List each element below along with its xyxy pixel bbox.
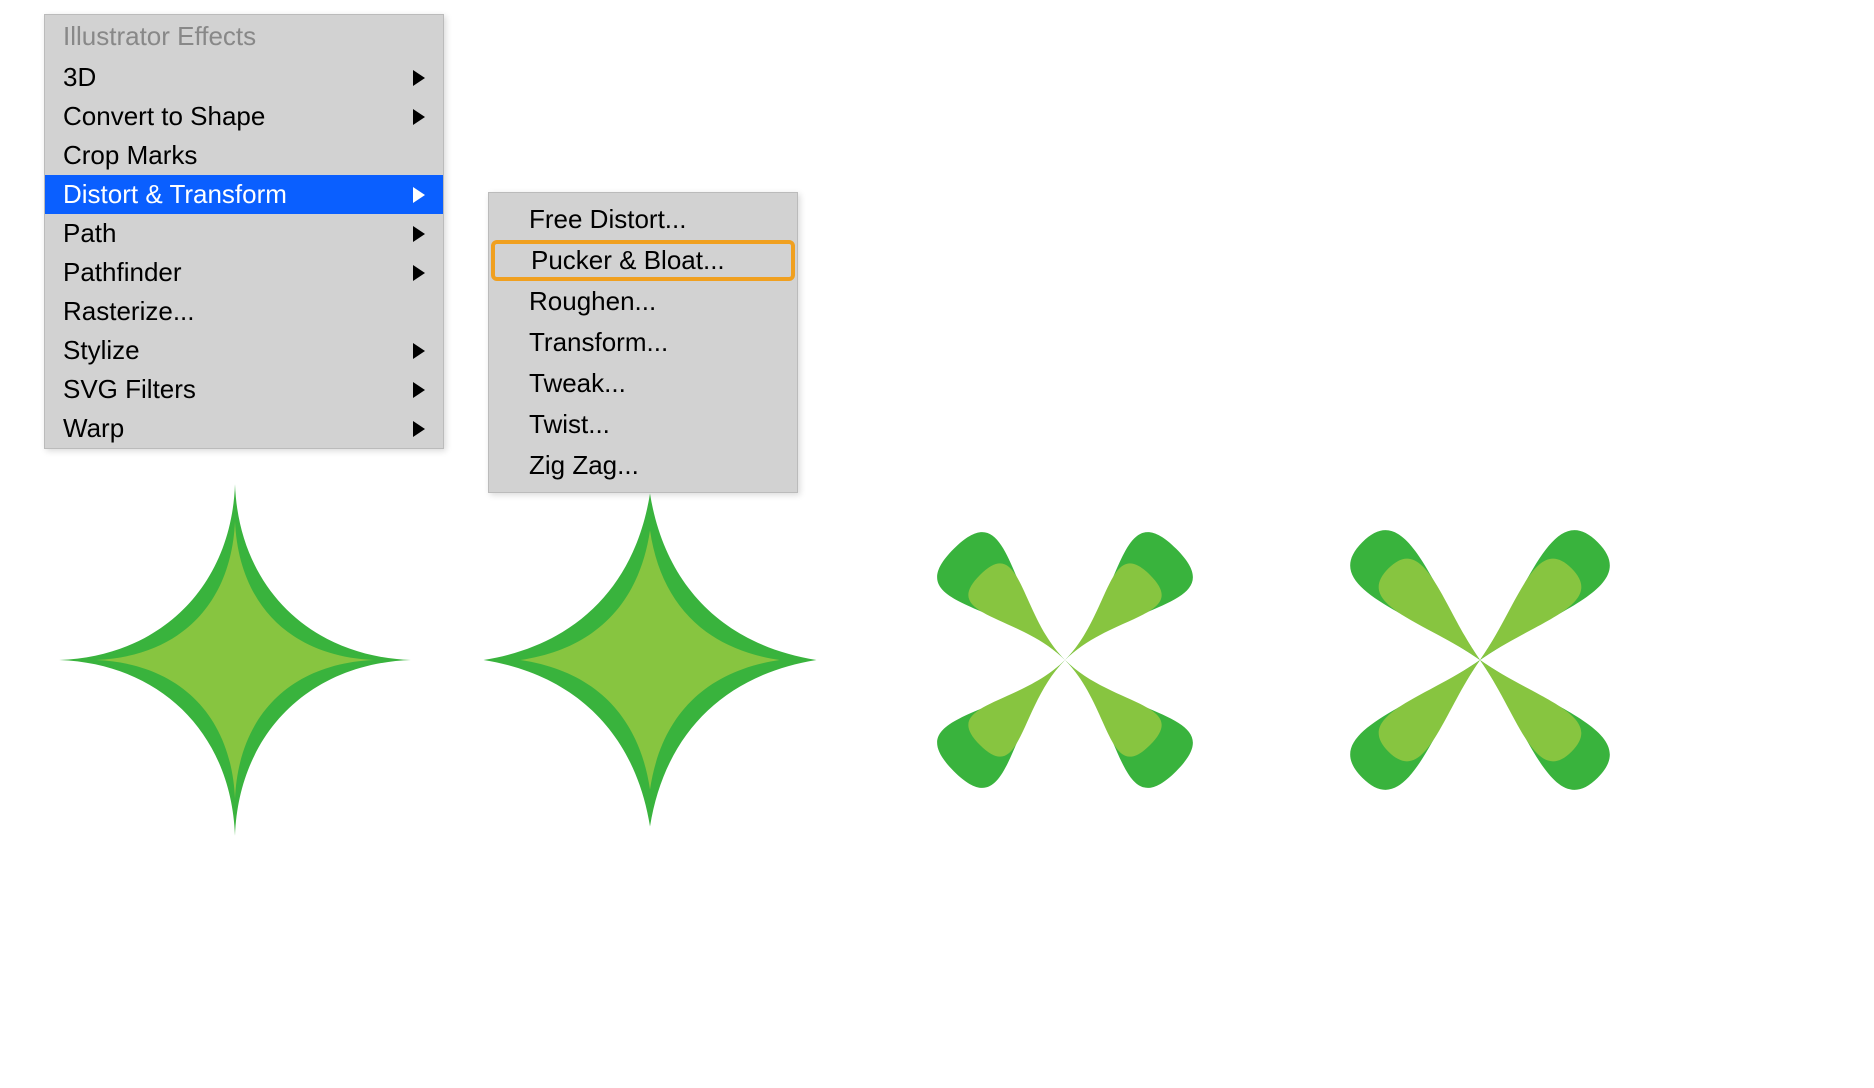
chevron-right-icon bbox=[413, 109, 425, 125]
bloat-shape-strong bbox=[1295, 470, 1665, 850]
chevron-right-icon bbox=[413, 421, 425, 437]
menu-item-label: Convert to Shape bbox=[63, 101, 265, 132]
submenu-item-free-distort[interactable]: Free Distort... bbox=[489, 199, 797, 240]
chevron-right-icon bbox=[413, 265, 425, 281]
menu-item-label: Rasterize... bbox=[63, 296, 195, 327]
effects-menu: Illustrator Effects 3D Convert to Shape … bbox=[44, 14, 444, 449]
menu-item-crop-marks[interactable]: Crop Marks bbox=[45, 136, 443, 175]
pucker-shape-mild bbox=[465, 470, 835, 850]
chevron-right-icon bbox=[413, 187, 425, 203]
submenu-item-transform[interactable]: Transform... bbox=[489, 322, 797, 363]
distort-transform-submenu: Free Distort... Pucker & Bloat... Roughe… bbox=[488, 192, 798, 493]
menu-item-warp[interactable]: Warp bbox=[45, 409, 443, 448]
menu-item-svg-filters[interactable]: SVG Filters bbox=[45, 370, 443, 409]
example-shapes-row bbox=[50, 470, 1665, 850]
submenu-item-label: Pucker & Bloat... bbox=[531, 245, 725, 275]
submenu-item-pucker-and-bloat[interactable]: Pucker & Bloat... bbox=[491, 240, 795, 281]
bloat-shape-mild bbox=[880, 470, 1250, 850]
submenu-item-label: Free Distort... bbox=[529, 204, 686, 234]
submenu-item-label: Twist... bbox=[529, 409, 610, 439]
chevron-right-icon bbox=[413, 226, 425, 242]
menu-item-label: SVG Filters bbox=[63, 374, 196, 405]
menu-item-3d[interactable]: 3D bbox=[45, 58, 443, 97]
menu-item-label: 3D bbox=[63, 62, 96, 93]
chevron-right-icon bbox=[413, 382, 425, 398]
menu-item-label: Distort & Transform bbox=[63, 179, 287, 210]
submenu-item-label: Tweak... bbox=[529, 368, 626, 398]
menu-item-label: Stylize bbox=[63, 335, 140, 366]
chevron-right-icon bbox=[413, 70, 425, 86]
submenu-item-twist[interactable]: Twist... bbox=[489, 404, 797, 445]
menu-item-rasterize[interactable]: Rasterize... bbox=[45, 292, 443, 331]
submenu-item-label: Roughen... bbox=[529, 286, 656, 316]
menu-item-distort-and-transform[interactable]: Distort & Transform bbox=[45, 175, 443, 214]
menu-item-label: Warp bbox=[63, 413, 124, 444]
menu-item-path[interactable]: Path bbox=[45, 214, 443, 253]
submenu-item-tweak[interactable]: Tweak... bbox=[489, 363, 797, 404]
submenu-item-roughen[interactable]: Roughen... bbox=[489, 281, 797, 322]
menu-item-label: Path bbox=[63, 218, 117, 249]
menu-item-pathfinder[interactable]: Pathfinder bbox=[45, 253, 443, 292]
menu-item-convert-to-shape[interactable]: Convert to Shape bbox=[45, 97, 443, 136]
menu-item-label: Crop Marks bbox=[63, 140, 197, 171]
menu-item-label: Pathfinder bbox=[63, 257, 182, 288]
submenu-item-label: Transform... bbox=[529, 327, 668, 357]
effects-menu-group: Illustrator Effects 3D Convert to Shape … bbox=[44, 14, 444, 449]
menu-item-stylize[interactable]: Stylize bbox=[45, 331, 443, 370]
menu-header: Illustrator Effects bbox=[45, 15, 443, 58]
chevron-right-icon bbox=[413, 343, 425, 359]
pucker-shape-strong bbox=[50, 470, 420, 850]
